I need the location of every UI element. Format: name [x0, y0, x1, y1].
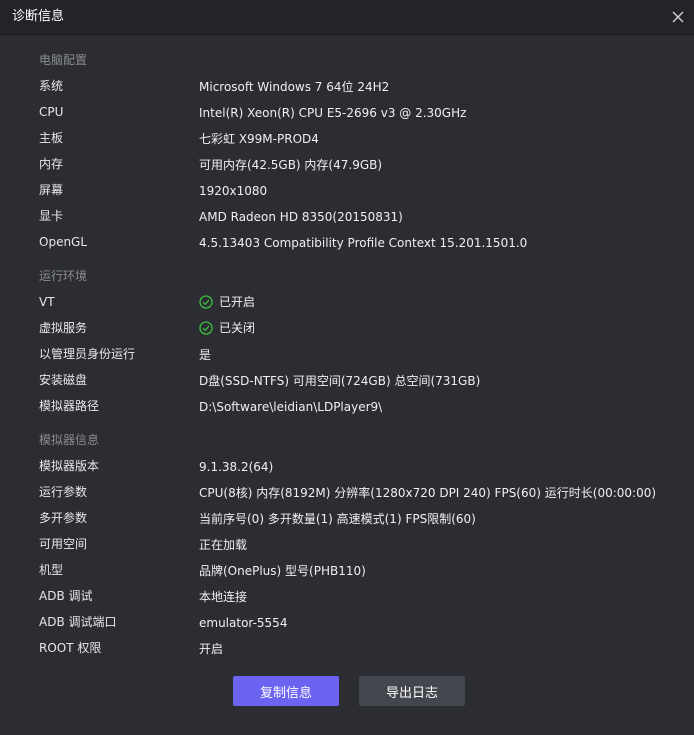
- row-value-adb-port: emulator-5554: [199, 616, 288, 630]
- row-value-os: Microsoft Windows 7 64位 24H2: [199, 80, 390, 94]
- row-label-root: ROOT 权限: [39, 641, 102, 655]
- copy-info-button[interactable]: 复制信息: [233, 676, 339, 706]
- row-value-virtual-service: 已关闭: [199, 320, 255, 336]
- row-value-gpu: AMD Radeon HD 8350(20150831): [199, 210, 403, 224]
- row-label-adb-debug: ADB 调试: [39, 589, 93, 603]
- row-label-emulator-version: 模拟器版本: [39, 459, 100, 473]
- row-label-memory: 内存: [39, 157, 64, 171]
- row-label-os: 系统: [39, 79, 64, 93]
- row-value-install-disk: D盘(SSD-NTFS) 可用空间(724GB) 总空间(731GB): [199, 374, 481, 388]
- section-header-computer: 电脑配置: [39, 53, 88, 67]
- row-label-screen: 屏幕: [39, 183, 64, 197]
- row-label-motherboard: 主板: [39, 131, 64, 145]
- row-value-model: 品牌(OnePlus) 型号(PHB110): [199, 564, 366, 578]
- row-value-run-params: CPU(8核) 内存(8192M) 分辨率(1280x720 DPI 240) …: [199, 486, 657, 500]
- row-label-run-params: 运行参数: [39, 485, 88, 499]
- row-value-memory: 可用内存(42.5GB) 内存(47.9GB): [199, 158, 383, 172]
- row-value-root: 开启: [199, 642, 224, 656]
- check-circle-icon: [199, 321, 213, 335]
- diagnostic-window: 诊断信息 电脑配置 系统 Microsoft Windows 7 64位 24H…: [0, 0, 694, 735]
- check-circle-icon: [199, 295, 213, 309]
- window-title: 诊断信息: [12, 9, 65, 24]
- row-value-emulator-path: D:\Software\leidian\LDPlayer9\: [199, 400, 383, 414]
- row-value-run-as-admin: 是: [199, 348, 212, 362]
- row-value-adb-debug: 本地连接: [199, 590, 248, 604]
- row-label-opengl: OpenGL: [39, 235, 88, 249]
- section-header-emulator: 模拟器信息: [39, 433, 100, 447]
- row-label-cpu: CPU: [39, 105, 64, 119]
- row-label-multi-params: 多开参数: [39, 511, 88, 525]
- row-value-screen: 1920x1080: [199, 184, 268, 198]
- row-value-opengl: 4.5.13403 Compatibility Profile Context …: [199, 236, 528, 250]
- row-value-emulator-version: 9.1.38.2(64): [199, 460, 274, 474]
- row-value-free-space: 正在加载: [199, 538, 248, 552]
- titlebar: 诊断信息: [0, 0, 694, 35]
- row-label-vt: VT: [39, 295, 55, 309]
- row-value-vt: 已开启: [199, 294, 255, 310]
- section-header-runtime: 运行环境: [39, 269, 88, 283]
- virtual-service-status-text: 已关闭: [219, 321, 256, 335]
- row-value-motherboard: 七彩虹 X99M-PROD4: [199, 132, 319, 146]
- close-icon[interactable]: [668, 7, 688, 27]
- row-value-multi-params: 当前序号(0) 多开数量(1) 高速模式(1) FPS限制(60): [199, 512, 476, 526]
- row-label-install-disk: 安装磁盘: [39, 373, 88, 387]
- row-label-adb-port: ADB 调试端口: [39, 615, 117, 629]
- row-label-virtual-service: 虚拟服务: [39, 321, 88, 335]
- row-label-free-space: 可用空间: [39, 537, 88, 551]
- row-label-emulator-path: 模拟器路径: [39, 399, 100, 413]
- vt-status-text: 已开启: [219, 295, 256, 309]
- row-label-run-as-admin: 以管理员身份运行: [39, 347, 136, 361]
- export-log-button[interactable]: 导出日志: [359, 676, 465, 706]
- row-label-model: 机型: [39, 563, 64, 577]
- row-value-cpu: Intel(R) Xeon(R) CPU E5-2696 v3 @ 2.30GH…: [199, 106, 467, 120]
- row-label-gpu: 显卡: [39, 209, 64, 223]
